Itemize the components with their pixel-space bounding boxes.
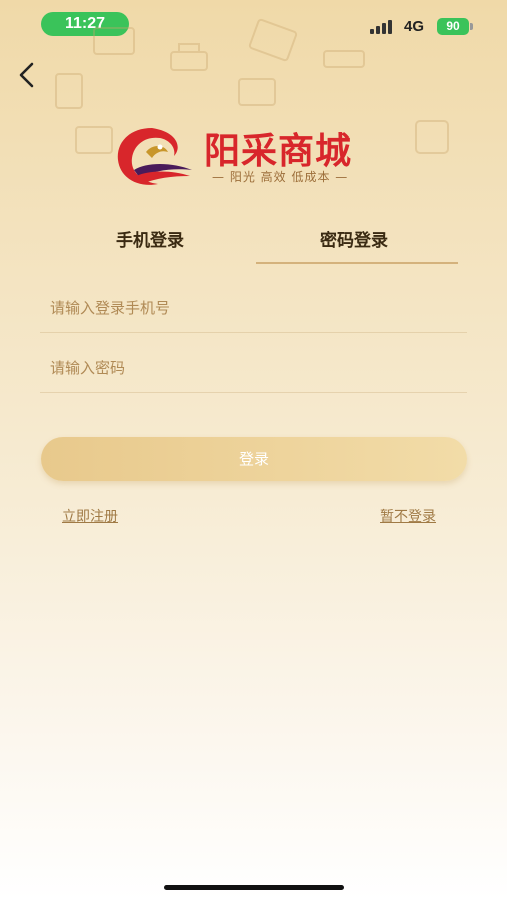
phoenix-logo-icon [117, 128, 192, 185]
brand-slogan: — 阳光 高效 低成本 — [212, 170, 349, 184]
register-link[interactable]: 立即注册 [62, 506, 118, 526]
battery-tip [470, 23, 473, 30]
login-button[interactable]: 登录 [41, 437, 467, 481]
brand-name: 阳采商城 [204, 131, 353, 172]
signal-icon [370, 20, 396, 34]
decor-notebook-icon [248, 18, 298, 62]
battery-icon: 90 [437, 18, 469, 35]
active-tab-indicator [256, 262, 458, 264]
home-indicator[interactable] [164, 885, 344, 890]
chevron-left-icon [19, 62, 34, 88]
decor-card-icon [93, 27, 135, 55]
skip-login-link[interactable]: 暂不登录 [380, 506, 436, 526]
network-type: 4G [404, 18, 425, 35]
password-field-row [40, 348, 467, 393]
decor-picture-icon [238, 78, 276, 106]
phone-field-row [40, 288, 467, 333]
phone-input[interactable] [40, 288, 467, 328]
battery-level: 90 [446, 19, 460, 33]
decor-printer-icon [170, 43, 208, 71]
tab-password-login[interactable]: 密码登录 [254, 226, 454, 262]
decor-box-icon [415, 120, 449, 154]
back-button[interactable] [12, 58, 42, 92]
login-tabs: 手机登录 密码登录 [40, 226, 467, 266]
password-input[interactable] [40, 348, 467, 388]
tab-phone-login[interactable]: 手机登录 [50, 226, 250, 262]
decor-document-icon [55, 73, 83, 109]
decor-tray-icon [323, 50, 365, 68]
brand-logo: 阳采商城 — 阳光 高效 低成本 — [112, 120, 402, 194]
